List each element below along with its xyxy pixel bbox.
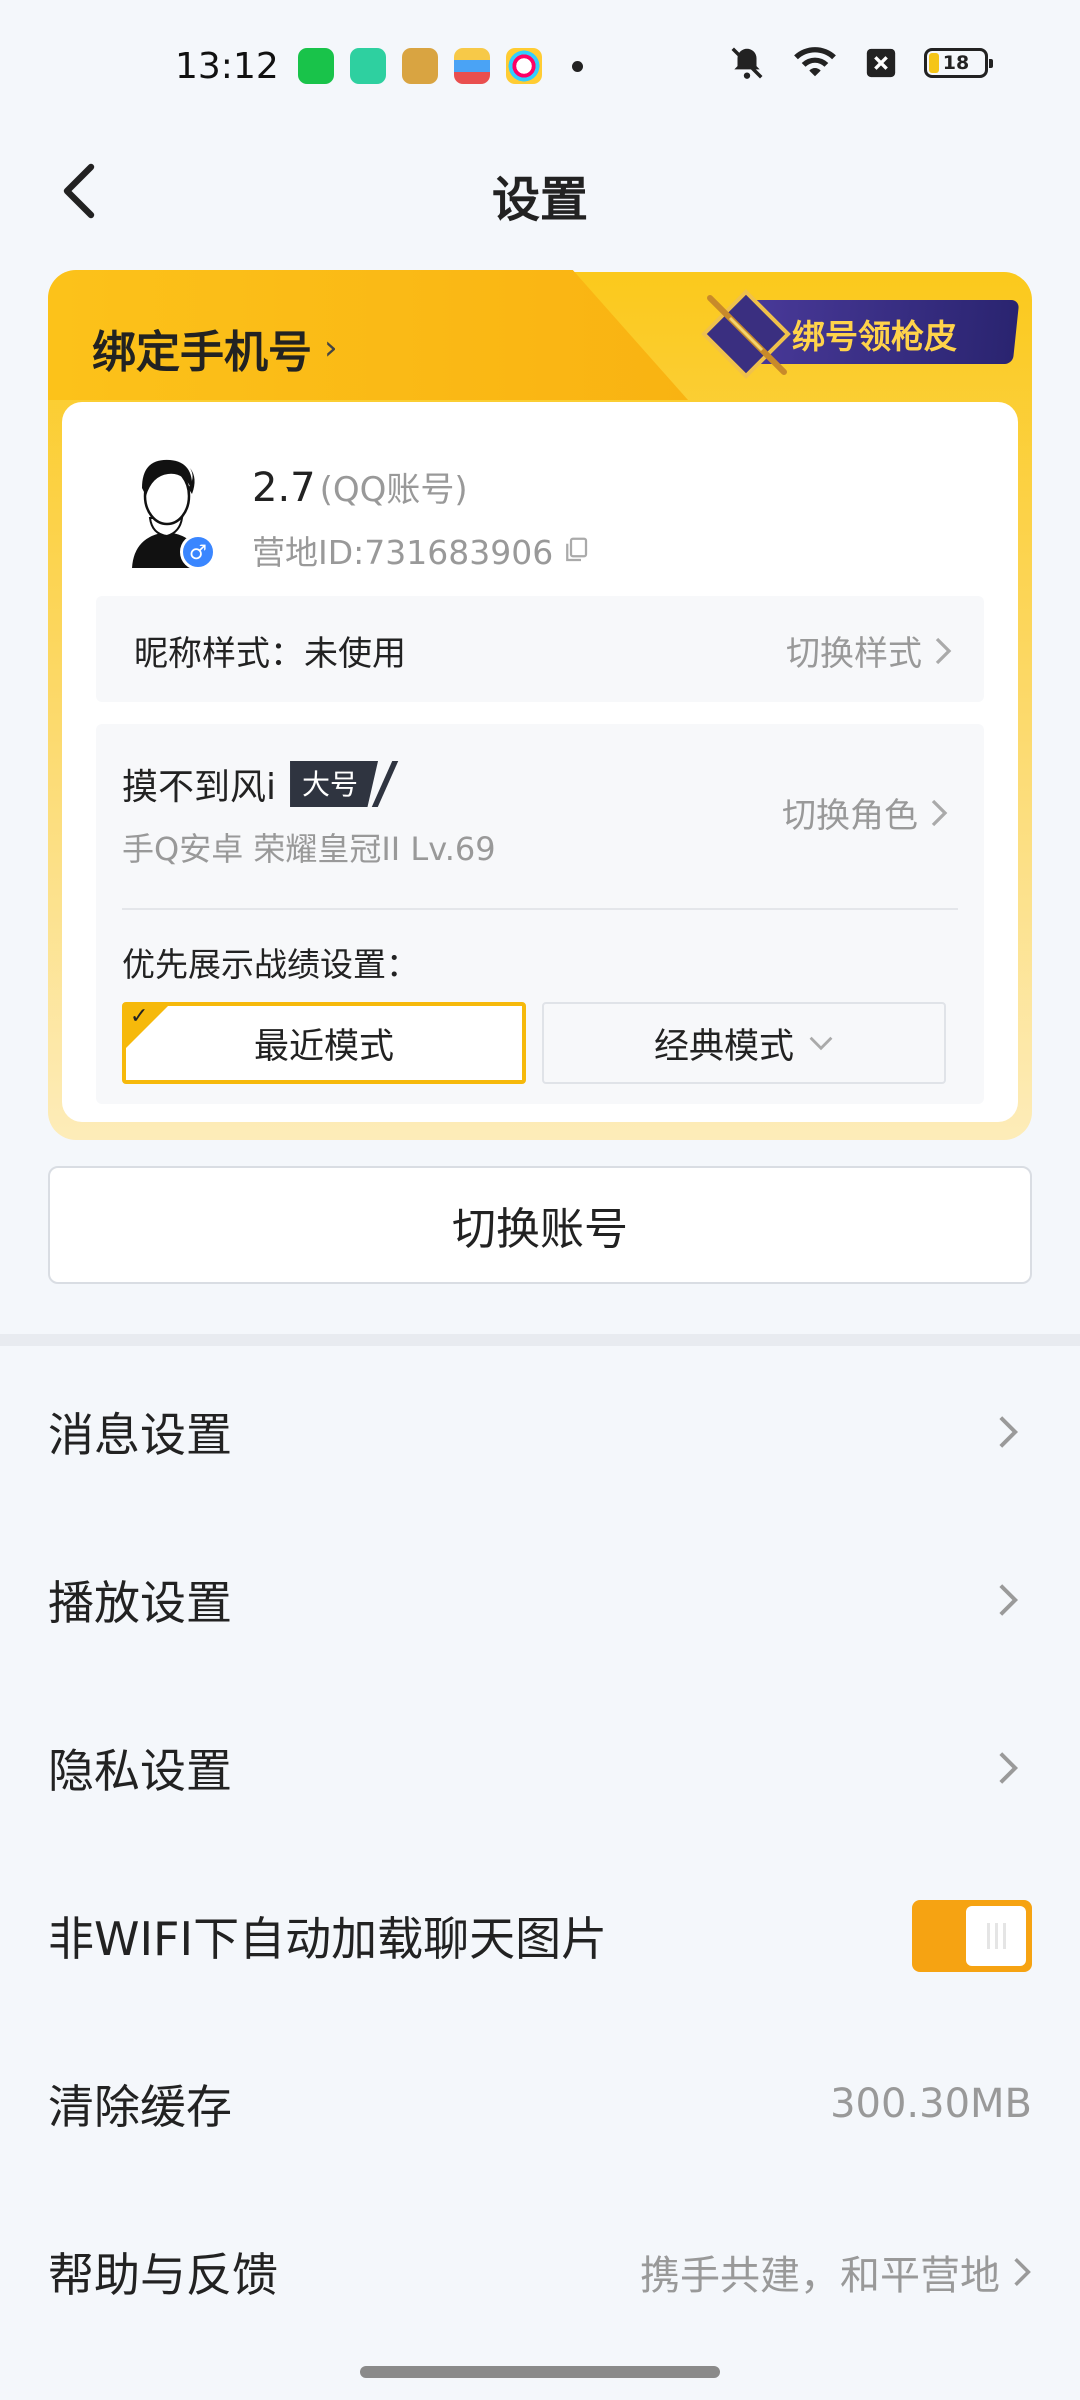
switch-account-button[interactable]: 切换账号 [48, 1166, 1032, 1284]
battery-saver-icon [350, 48, 386, 84]
autoload-images-label: 非WIFI下自动加载聊天图片 [48, 1912, 608, 1966]
playback-settings-label: 播放设置 [48, 1576, 232, 1630]
help-feedback-label: 帮助与反馈 [48, 2248, 278, 2302]
recent-mode-label: 最近模式 [253, 1026, 394, 1067]
male-gender-icon: ♂ [180, 534, 216, 570]
camp-id-row: 营地ID:731683906 [252, 526, 591, 574]
gun-skin-icon [701, 289, 791, 379]
check-icon: ✓ [130, 1004, 149, 1029]
app-green-icon [298, 48, 334, 84]
account-name-row: 2.7 (QQ账号) [252, 462, 468, 511]
recent-mode-option[interactable]: ✓ 最近模式 [122, 1002, 526, 1084]
wallet-icon [454, 48, 490, 84]
home-indicator[interactable] [360, 2366, 720, 2378]
chevron-right-icon [999, 1416, 1019, 1448]
help-feedback-value-row: 携手共建，和平营地 [640, 2243, 1032, 2301]
divider [122, 908, 958, 910]
toggle-knob [966, 1906, 1026, 1966]
sim-off-icon [866, 48, 896, 78]
camp-id: 营地ID:731683906 [252, 533, 554, 572]
page-title: 设置 [491, 172, 588, 228]
status-bar: 13:12 18 [0, 0, 1080, 136]
chevron-down-icon [809, 1036, 833, 1051]
menu-item-message-settings[interactable]: 消息设置 [0, 1348, 1080, 1516]
role-name-row: 摸不到风i 大号 [122, 758, 399, 810]
cache-size: 300.30MB [830, 2081, 1032, 2127]
copy-icon[interactable] [561, 535, 591, 565]
nickname-style-row[interactable]: 昵称样式：未使用 切换样式 [96, 596, 984, 702]
chevron-right-icon [935, 637, 952, 664]
menu-item-help-feedback[interactable]: 帮助与反馈 携手共建，和平营地 [0, 2188, 1080, 2356]
wifi-icon [794, 47, 836, 77]
promo-label: 绑号领枪皮 [792, 317, 957, 356]
photos-app-icon [506, 48, 542, 84]
menu-item-clear-cache[interactable]: 清除缓存 300.30MB [0, 2020, 1080, 2188]
battery-indicator: 18 [924, 48, 993, 78]
autoload-images-toggle[interactable] [912, 1900, 1032, 1972]
status-time: 13:12 [175, 46, 279, 87]
classic-mode-label: 经典模式 [653, 1026, 794, 1067]
chevron-right-icon: › [324, 328, 338, 368]
help-feedback-value: 携手共建，和平营地 [640, 2253, 1000, 2299]
switch-style-button[interactable]: 切换样式 [786, 626, 952, 675]
menu-item-playback-settings[interactable]: 播放设置 [0, 1516, 1080, 1684]
status-system-icons: 18 [728, 44, 993, 82]
status-app-icons [298, 48, 583, 84]
clear-cache-label: 清除缓存 [48, 2080, 232, 2134]
peace-elite-app-icon [402, 48, 438, 84]
account-type: (QQ账号) [319, 470, 468, 510]
menu-item-privacy-settings[interactable]: 隐私设置 [0, 1684, 1080, 1852]
bind-phone-label: 绑定手机号 [92, 327, 312, 378]
section-divider [0, 1334, 1080, 1346]
bind-reward-banner[interactable]: 绑号领枪皮 [686, 289, 1020, 379]
role-info: 手Q安卓 荣耀皇冠II Lv.69 [122, 830, 496, 868]
record-display-label: 优先展示战绩设置： [122, 945, 419, 984]
chevron-right-icon [999, 1752, 1019, 1784]
chevron-right-icon [931, 799, 948, 826]
top-nav-bar: 设置 [0, 136, 1080, 246]
chevron-right-icon [999, 1584, 1019, 1616]
bind-phone-link[interactable]: 绑定手机号 › [92, 316, 338, 380]
game-role-section: 摸不到风i 大号 手Q安卓 荣耀皇冠II Lv.69 切换角色 优先展示战绩设置… [96, 724, 984, 1104]
nickname-style-label: 昵称样式：未使用 [134, 634, 406, 674]
chevron-right-icon [1014, 2257, 1031, 2287]
classic-mode-dropdown[interactable]: 经典模式 [542, 1002, 946, 1084]
bell-off-icon [731, 47, 763, 79]
privacy-settings-label: 隐私设置 [48, 1744, 232, 1798]
account-name: 2.7 [252, 465, 316, 511]
switch-role-label: 切换角色 [782, 796, 918, 836]
message-settings-label: 消息设置 [48, 1408, 232, 1462]
main-account-tag: 大号 [290, 761, 379, 807]
menu-item-autoload-images: 非WIFI下自动加载聊天图片 [0, 1852, 1080, 2020]
switch-style-label: 切换样式 [786, 634, 922, 674]
switch-role-button[interactable]: 切换角色 [782, 788, 948, 837]
notification-dot [572, 60, 583, 72]
role-name: 摸不到风i [122, 767, 277, 808]
